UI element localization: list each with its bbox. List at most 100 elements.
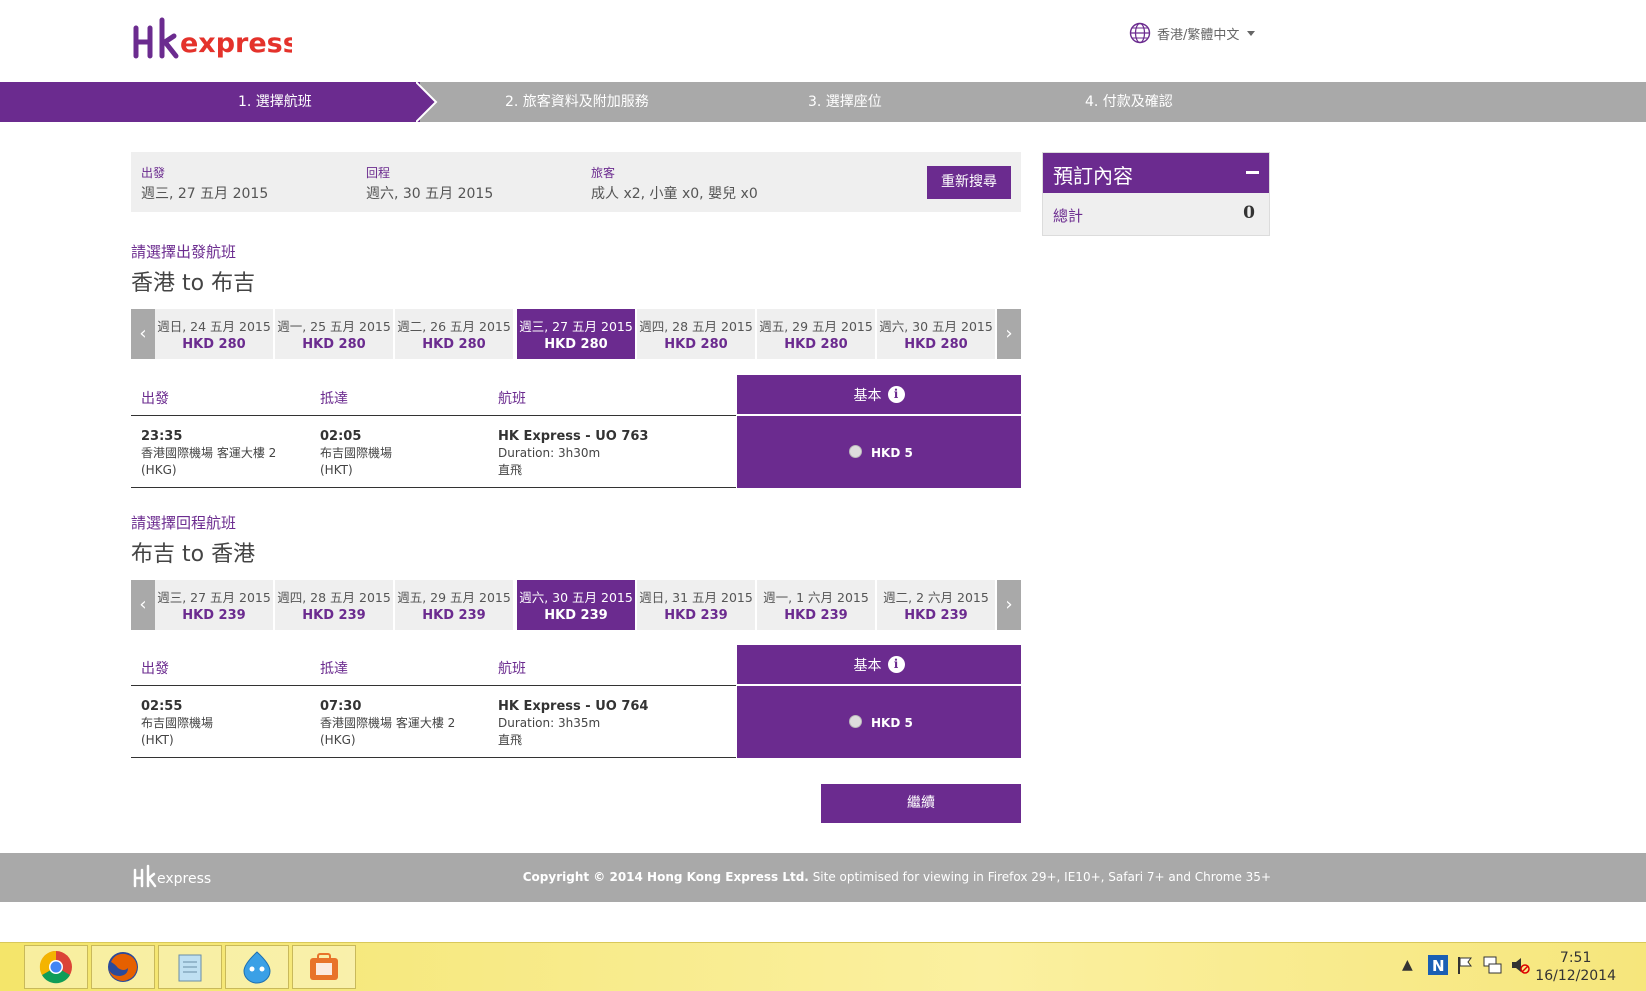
system-clock[interactable]: 7:51 16/12/2014 xyxy=(1535,949,1616,985)
outbound-date-cell[interactable]: 週日, 24 五月 2015 HKD 280 xyxy=(155,309,273,359)
date-text: 週二, 26 五月 2015 xyxy=(397,319,511,334)
inbound-date-cell[interactable]: 週一, 1 六月 2015 HKD 239 xyxy=(757,580,875,630)
date-text: 週日, 24 五月 2015 xyxy=(157,319,271,334)
firefox-taskbar-button[interactable] xyxy=(91,945,155,989)
flight-info: HK Express - UO 764 Duration: 3h35m 直飛 xyxy=(498,698,648,749)
outbound-date-cell[interactable]: 週二, 26 五月 2015 HKD 280 xyxy=(395,309,513,359)
fare-type-header: 基本 i xyxy=(737,375,1021,414)
route-from: 布吉 xyxy=(131,542,176,567)
fare-type-header: 基本 i xyxy=(737,645,1021,684)
next-dates-button[interactable]: › xyxy=(997,580,1021,630)
footer-logo[interactable]: express xyxy=(132,864,222,890)
date-price: HKD 239 xyxy=(422,608,486,623)
outbound-date-cell-selected[interactable]: 週三, 27 五月 2015 HKD 280 xyxy=(517,309,635,359)
date-price: HKD 280 xyxy=(784,337,848,352)
step-1: 1. 選擇航班 xyxy=(238,94,312,110)
office-icon xyxy=(310,953,338,980)
fare-type-label: 基本 xyxy=(853,657,882,674)
passenger-label: 旅客 xyxy=(591,166,616,180)
passenger-count: 成人 x2, 小童 x0, 嬰兒 x0 xyxy=(591,186,758,202)
inbound-flight-table: 出發 抵達 航班 基本 i 02:55 布吉國際機場 (HKT) 07:30 香… xyxy=(131,645,1021,758)
arrive-time: 07:30 xyxy=(320,699,362,714)
outbound-date-cell[interactable]: 週六, 30 五月 2015 HKD 280 xyxy=(877,309,995,359)
date-text: 週二, 2 六月 2015 xyxy=(883,590,989,605)
messenger-icon xyxy=(243,951,271,984)
date-price: HKD 239 xyxy=(904,608,968,623)
progress-steps: 1. 選擇航班 2. 旅客資料及附加服務 3. 選擇座位 4. 付款及確認 xyxy=(0,82,1646,122)
arrive-airport: 布吉國際機場 xyxy=(320,446,393,460)
continue-button[interactable]: 繼續 xyxy=(821,784,1021,823)
notepad-icon xyxy=(178,954,202,982)
clock-date: 16/12/2014 xyxy=(1535,968,1616,984)
inbound-date-strip: ‹ 週三, 27 五月 2015 HKD 239 週四, 28 五月 2015 HK… xyxy=(131,580,1021,630)
fare-radio[interactable] xyxy=(849,715,862,728)
fare-radio[interactable] xyxy=(849,445,862,458)
outbound-route: 香港 to 布吉 xyxy=(131,265,255,297)
n-tray-icon[interactable]: N xyxy=(1428,955,1448,975)
language-selector[interactable]: 香港/繁體中文 xyxy=(1129,20,1256,46)
route-to-word: to xyxy=(182,542,205,567)
depart-date: 週三, 27 五月 2015 xyxy=(141,186,269,202)
info-icon[interactable]: i xyxy=(887,386,905,403)
inbound-date-cell-selected[interactable]: 週六, 30 五月 2015 HKD 239 xyxy=(517,580,635,630)
depart-airport: 香港國際機場 客運大樓 2 xyxy=(141,446,277,460)
date-price: HKD 239 xyxy=(182,608,246,623)
date-price: HKD 280 xyxy=(182,337,246,352)
date-price: HKD 280 xyxy=(904,337,968,352)
prev-dates-button[interactable]: ‹ xyxy=(131,580,155,630)
tray-expand-icon[interactable]: ▲ xyxy=(1402,957,1413,973)
hkexpress-logo[interactable]: express xyxy=(132,14,292,66)
fare-type-label: 基本 xyxy=(853,387,882,404)
arrive-info: 07:30 香港國際機場 客運大樓 2 (HKG) xyxy=(320,698,455,749)
svg-text:N: N xyxy=(1432,957,1445,975)
step-2: 2. 旅客資料及附加服務 xyxy=(505,94,649,110)
outbound-date-cell[interactable]: 週四, 28 五月 2015 HKD 280 xyxy=(637,309,755,359)
arrive-info: 02:05 布吉國際機場 (HKT) xyxy=(320,428,392,479)
network-icon[interactable] xyxy=(1482,955,1502,975)
date-text: 週三, 27 五月 2015 xyxy=(157,590,271,605)
col-depart: 出發 xyxy=(141,391,169,407)
prev-dates-button[interactable]: ‹ xyxy=(131,309,155,359)
flag-icon[interactable] xyxy=(1456,955,1474,975)
date-text: 週五, 29 五月 2015 xyxy=(759,319,873,334)
inbound-date-cell[interactable]: 週日, 31 五月 2015 HKD 239 xyxy=(637,580,755,630)
inbound-date-cell[interactable]: 週四, 28 五月 2015 HKD 239 xyxy=(275,580,393,630)
depart-info: 23:35 香港國際機場 客運大樓 2 (HKG) xyxy=(141,428,276,479)
volume-muted-icon[interactable] xyxy=(1510,955,1530,975)
info-icon[interactable]: i xyxy=(887,656,905,673)
chrome-taskbar-button[interactable] xyxy=(24,945,88,989)
collapse-icon[interactable] xyxy=(1246,171,1259,174)
step-3: 3. 選擇座位 xyxy=(808,94,882,110)
next-dates-button[interactable]: › xyxy=(997,309,1021,359)
depart-info: 02:55 布吉國際機場 (HKT) xyxy=(141,698,213,749)
depart-label: 出發 xyxy=(141,166,166,180)
search-summary: 出發 週三, 27 五月 2015 回程 週六, 30 五月 2015 旅客 成… xyxy=(131,152,1021,212)
flight-number: HK Express - UO 764 xyxy=(498,699,649,714)
inbound-date-cell[interactable]: 週二, 2 六月 2015 HKD 239 xyxy=(877,580,995,630)
date-price: HKD 239 xyxy=(784,608,848,623)
outbound-date-cell[interactable]: 週五, 29 五月 2015 HKD 280 xyxy=(757,309,875,359)
flight-info: HK Express - UO 763 Duration: 3h30m 直飛 xyxy=(498,428,648,479)
table-row: 23:35 香港國際機場 客運大樓 2 (HKG) 02:05 布吉國際機場 (… xyxy=(131,416,736,488)
col-arrive: 抵達 xyxy=(320,661,348,677)
arrive-code: (HKG) xyxy=(320,733,356,747)
route-from: 香港 xyxy=(131,271,176,296)
office-taskbar-button[interactable] xyxy=(292,945,356,989)
research-button[interactable]: 重新搜尋 xyxy=(927,166,1011,199)
outbound-subtitle: 請選擇出發航班 xyxy=(131,243,237,261)
outbound-date-cell[interactable]: 週一, 25 五月 2015 HKD 280 xyxy=(275,309,393,359)
notepad-taskbar-button[interactable] xyxy=(158,945,222,989)
date-text: 週一, 25 五月 2015 xyxy=(277,319,391,334)
booking-summary-title: 預訂內容 xyxy=(1053,164,1133,188)
inbound-date-cell[interactable]: 週五, 29 五月 2015 HKD 239 xyxy=(395,580,513,630)
messenger-taskbar-button[interactable] xyxy=(225,945,289,989)
fare-option[interactable]: HKD 5 xyxy=(737,416,1021,488)
inbound-date-cell[interactable]: 週三, 27 五月 2015 HKD 239 xyxy=(155,580,273,630)
table-header: 出發 抵達 航班 xyxy=(131,375,736,416)
col-arrive: 抵達 xyxy=(320,391,348,407)
depart-airport: 布吉國際機場 xyxy=(141,716,214,730)
fare-option[interactable]: HKD 5 xyxy=(737,686,1021,758)
fare-price: HKD 5 xyxy=(871,716,913,730)
language-label: 香港/繁體中文 xyxy=(1157,27,1240,43)
route-to: 香港 xyxy=(211,542,256,567)
